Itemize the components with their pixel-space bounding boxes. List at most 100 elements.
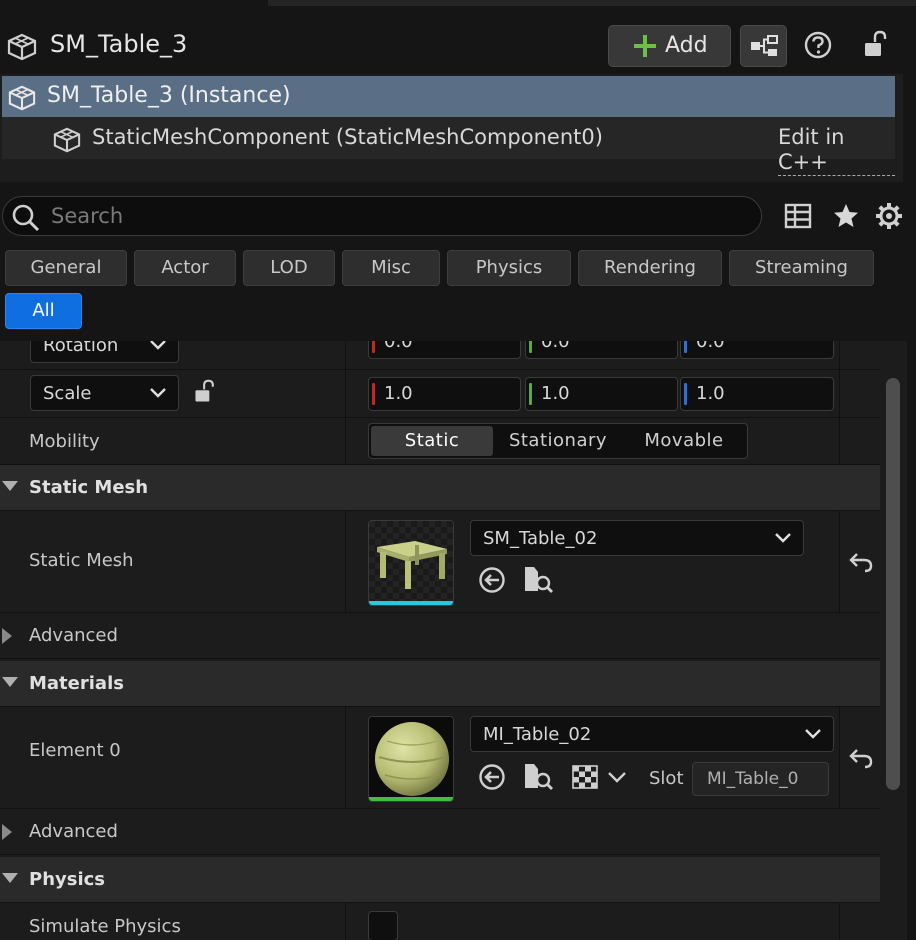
slot-name-field[interactable]: MI_Table_0	[692, 762, 829, 796]
search-input[interactable]	[51, 201, 741, 231]
rotation-z-field[interactable]: 0.0 °	[680, 341, 834, 359]
rotation-x-field[interactable]: 0.0 °	[368, 341, 521, 359]
rotation-x-value: 0.0 °	[384, 341, 428, 352]
filter-tab-actor[interactable]: Actor	[134, 250, 236, 286]
filter-tab-general[interactable]: General	[5, 250, 127, 286]
property-row-element-0: Element 0 MI_Table_02 Slot MI_Table_0	[0, 707, 880, 809]
browse-asset-icon[interactable]	[523, 762, 555, 792]
slot-label: Slot	[649, 768, 684, 789]
mobility-label: Mobility	[29, 431, 100, 452]
tree-row-component[interactable]: StaticMeshComponent (StaticMeshComponent…	[2, 117, 895, 176]
table-mesh-preview	[369, 521, 453, 605]
scrollbar-thumb[interactable]	[886, 378, 900, 790]
property-row-static-mesh: Static Mesh SM_Table_02	[0, 511, 880, 613]
material-sphere-preview	[369, 717, 453, 801]
filter-tab-all[interactable]: All	[5, 293, 82, 329]
property-row-scale: Scale 1.0 1.0 1.0	[0, 370, 880, 418]
scale-y-value: 1.0	[541, 383, 570, 404]
use-selected-asset-icon[interactable]	[478, 763, 506, 791]
tree-instance-label: SM_Table_3 (Instance)	[47, 83, 291, 108]
category-materials[interactable]: Materials	[0, 661, 880, 707]
rotation-mode-dropdown[interactable]: Rotation	[30, 341, 179, 363]
chevron-down-icon	[805, 729, 821, 739]
advanced-static-mesh-label: Advanced	[29, 625, 118, 646]
details-panel: Rotation 0.0 ° 0.0 ° 0.0 ° Scale 1.0 1.0…	[0, 341, 880, 940]
scale-x-field[interactable]: 1.0	[368, 377, 521, 411]
mobility-option-static[interactable]: Static	[371, 426, 493, 456]
asset-type-underline	[369, 797, 453, 801]
category-static-mesh[interactable]: Static Mesh	[0, 465, 880, 511]
add-component-button[interactable]: Add	[608, 25, 731, 67]
mobility-option-stationary[interactable]: Stationary	[495, 426, 621, 456]
chevron-down-icon[interactable]	[608, 772, 626, 784]
static-mesh-thumbnail[interactable]	[368, 520, 454, 606]
simulate-physics-label: Simulate Physics	[29, 916, 181, 937]
blueprint-button[interactable]	[740, 25, 787, 67]
simulate-physics-checkbox[interactable]	[368, 911, 398, 940]
filter-tab-rendering[interactable]: Rendering	[578, 250, 722, 286]
static-mesh-label: Static Mesh	[29, 550, 134, 571]
category-static-mesh-label: Static Mesh	[29, 477, 149, 498]
material-picker[interactable]: MI_Table_02	[470, 716, 834, 752]
static-mesh-picker[interactable]: SM_Table_02	[470, 520, 804, 556]
element-0-label: Element 0	[29, 740, 121, 761]
advanced-materials[interactable]: Advanced	[0, 809, 880, 855]
details-header: SM_Table_3 Add	[0, 6, 903, 74]
filter-tab-physics[interactable]: Physics	[447, 250, 571, 286]
unlock-icon[interactable]	[192, 379, 218, 405]
settings-gear-icon[interactable]	[875, 202, 903, 230]
component-tree: SM_Table_3 (Instance) StaticMeshComponen…	[0, 74, 903, 182]
filter-tab-misc[interactable]: Misc	[342, 250, 440, 286]
property-matrix-icon[interactable]	[784, 202, 812, 230]
actor-title: SM_Table_3	[50, 30, 188, 58]
chevron-down-icon	[775, 533, 791, 543]
static-mesh-value: SM_Table_02	[483, 528, 598, 549]
property-row-simulate-physics: Simulate Physics	[0, 903, 880, 940]
blueprint-graph-icon	[750, 35, 778, 57]
property-row-rotation: Rotation 0.0 ° 0.0 ° 0.0 °	[0, 341, 880, 370]
plus-icon	[633, 34, 657, 58]
unlock-icon[interactable]	[862, 30, 890, 60]
search-box[interactable]	[2, 196, 762, 236]
filter-tab-lod[interactable]: LOD	[243, 250, 335, 286]
expand-triangle-icon	[2, 824, 14, 840]
mobility-option-movable[interactable]: Movable	[623, 426, 745, 456]
scale-z-value: 1.0	[696, 383, 725, 404]
chevron-down-icon	[150, 341, 166, 350]
category-physics[interactable]: Physics	[0, 857, 880, 903]
help-icon[interactable]	[803, 30, 833, 60]
use-selected-asset-icon[interactable]	[478, 566, 506, 594]
chevron-down-icon	[150, 388, 166, 398]
collapse-triangle-icon	[2, 481, 18, 493]
edit-in-cpp-link[interactable]: Edit in C++	[778, 125, 895, 176]
browse-asset-icon[interactable]	[523, 565, 555, 595]
mobility-segmented-control: Static Stationary Movable	[368, 423, 748, 459]
category-physics-label: Physics	[29, 869, 106, 890]
scale-mode-value: Scale	[43, 383, 92, 404]
filter-tab-streaming[interactable]: Streaming	[729, 250, 874, 286]
static-mesh-actor-icon	[7, 84, 37, 112]
collapse-triangle-icon	[2, 873, 18, 885]
add-label: Add	[665, 33, 708, 58]
favorites-star-icon[interactable]	[832, 202, 860, 230]
material-thumbnail[interactable]	[368, 716, 454, 802]
scale-mode-dropdown[interactable]: Scale	[30, 375, 179, 411]
rotation-z-value: 0.0 °	[696, 341, 740, 352]
reset-to-default-icon[interactable]	[849, 747, 873, 769]
material-value: MI_Table_02	[483, 724, 592, 745]
rotation-mode-value: Rotation	[43, 341, 119, 356]
tree-row-instance[interactable]: SM_Table_3 (Instance)	[2, 76, 895, 117]
static-mesh-component-icon	[52, 126, 82, 154]
collapse-triangle-icon	[2, 677, 18, 689]
asset-type-underline	[369, 601, 453, 605]
scale-z-field[interactable]: 1.0	[680, 377, 834, 411]
checkerboard-texture-icon[interactable]	[572, 765, 598, 789]
advanced-materials-label: Advanced	[29, 821, 118, 842]
advanced-static-mesh[interactable]: Advanced	[0, 613, 880, 659]
reset-to-default-icon[interactable]	[849, 551, 873, 573]
panel-edge	[907, 341, 916, 940]
expand-triangle-icon	[2, 628, 14, 644]
rotation-y-field[interactable]: 0.0 °	[525, 341, 678, 359]
tree-component-label: StaticMeshComponent (StaticMeshComponent…	[92, 125, 603, 149]
scale-y-field[interactable]: 1.0	[525, 377, 678, 411]
